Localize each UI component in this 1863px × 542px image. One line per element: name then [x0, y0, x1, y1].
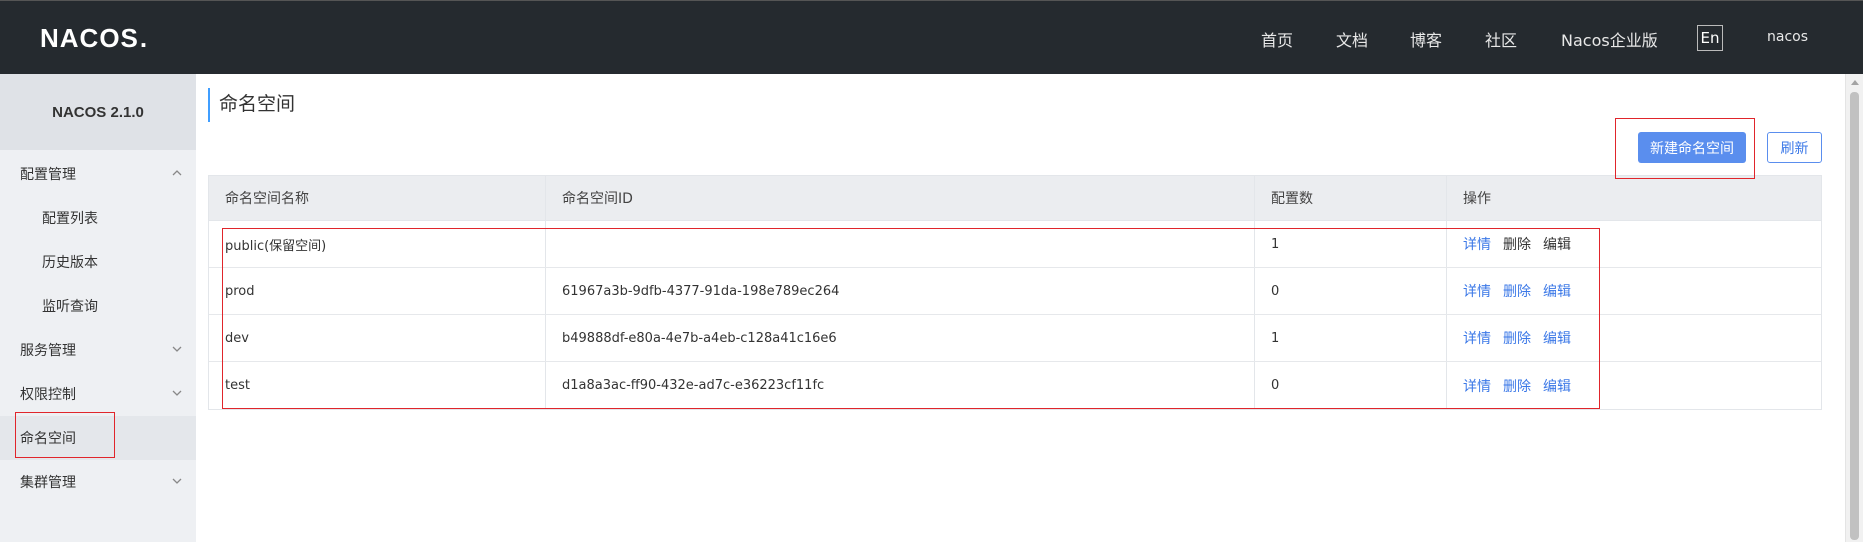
- delete-link[interactable]: 删除: [1503, 234, 1531, 254]
- table-row: dev b49888df-e80a-4e7b-a4eb-c128a41c16e6…: [209, 315, 1821, 362]
- chevron-down-icon: [172, 478, 182, 484]
- sidebar: NACOS 2.1.0 配置管理 配置列表 历史版本 监听查询 服务管理 权限控…: [0, 74, 196, 542]
- details-link[interactable]: 详情: [1463, 281, 1491, 301]
- delete-link[interactable]: 删除: [1503, 281, 1531, 301]
- namespace-id: d1a8a3ac-ff90-432e-ad7c-e36223cf11fc: [546, 362, 1255, 409]
- namespace-id: b49888df-e80a-4e7b-a4eb-c128a41c16e6: [546, 315, 1255, 361]
- sidebar-item-listener-query[interactable]: 监听查询: [0, 284, 196, 328]
- sidebar-item-access-control[interactable]: 权限控制: [0, 372, 196, 416]
- sidebar-item-cluster-management[interactable]: 集群管理: [0, 460, 196, 504]
- column-header-actions: 操作: [1463, 191, 1491, 207]
- sidebar-item-label: 配置管理: [20, 167, 76, 183]
- new-namespace-button[interactable]: 新建命名空间: [1638, 132, 1746, 163]
- delete-link[interactable]: 删除: [1503, 328, 1531, 348]
- namespace-name: prod: [209, 268, 546, 314]
- table-row: test d1a8a3ac-ff90-432e-ad7c-e36223cf11f…: [209, 362, 1821, 409]
- config-count: 1: [1255, 315, 1447, 361]
- edit-link[interactable]: 编辑: [1543, 234, 1571, 254]
- sidebar-item-label: 集群管理: [20, 475, 76, 491]
- version-label: NACOS 2.1.0: [0, 74, 196, 150]
- row-actions: 详情 删除 编辑: [1447, 268, 1821, 314]
- sidebar-item-config-management[interactable]: 配置管理: [0, 152, 196, 196]
- sidebar-item-label: 历史版本: [42, 255, 98, 271]
- edit-link[interactable]: 编辑: [1543, 328, 1571, 348]
- details-link[interactable]: 详情: [1463, 376, 1491, 396]
- details-link[interactable]: 详情: [1463, 234, 1491, 254]
- config-count: 1: [1255, 221, 1447, 267]
- nav-blog[interactable]: 博客: [1410, 27, 1442, 51]
- chevron-up-icon: [172, 170, 182, 176]
- namespace-name: public(保留空间): [209, 221, 546, 267]
- sidebar-item-label: 配置列表: [42, 211, 98, 227]
- row-actions: 详情 删除 编辑: [1447, 362, 1821, 409]
- page-title: 命名空间: [208, 88, 295, 122]
- sidebar-item-namespace[interactable]: 命名空间: [0, 416, 196, 460]
- details-link[interactable]: 详情: [1463, 328, 1491, 348]
- table-row: prod 61967a3b-9dfb-4377-91da-198e789ec26…: [209, 268, 1821, 315]
- edit-link[interactable]: 编辑: [1543, 281, 1571, 301]
- namespace-name: dev: [209, 315, 546, 361]
- nav-home[interactable]: 首页: [1261, 27, 1293, 51]
- table-header: 命名空间名称 命名空间ID 配置数 操作: [209, 176, 1821, 221]
- language-toggle-button[interactable]: En: [1697, 25, 1723, 51]
- sidebar-item-config-list[interactable]: 配置列表: [0, 196, 196, 240]
- sidebar-item-label: 监听查询: [42, 299, 98, 315]
- row-actions: 详情 删除 编辑: [1447, 315, 1821, 361]
- sidebar-item-service-management[interactable]: 服务管理: [0, 328, 196, 372]
- row-actions: 详情 删除 编辑: [1447, 221, 1821, 267]
- edit-link[interactable]: 编辑: [1543, 376, 1571, 396]
- user-menu[interactable]: nacos: [1767, 29, 1808, 45]
- namespace-table: 命名空间名称 命名空间ID 配置数 操作 public(保留空间) 1 详情 删…: [208, 175, 1822, 410]
- vertical-scrollbar[interactable]: [1845, 74, 1863, 542]
- namespace-id: [546, 221, 1255, 267]
- column-header-name: 命名空间名称: [209, 176, 546, 220]
- chevron-down-icon: [172, 390, 182, 396]
- sidebar-item-label: 服务管理: [20, 343, 76, 359]
- table-row: public(保留空间) 1 详情 删除 编辑: [209, 221, 1821, 268]
- scroll-thumb[interactable]: [1850, 92, 1859, 540]
- nav-community[interactable]: 社区: [1485, 27, 1517, 51]
- sidebar-item-label: 权限控制: [20, 387, 76, 403]
- chevron-down-icon: [172, 346, 182, 352]
- logo-text: NACOS: [40, 22, 139, 53]
- logo-dot: .: [139, 22, 149, 53]
- column-header-id: 命名空间ID: [546, 176, 1255, 220]
- scroll-up-arrow-icon[interactable]: [1851, 80, 1859, 85]
- namespace-name: test: [209, 362, 546, 409]
- column-header-config-count: 配置数: [1255, 176, 1447, 220]
- delete-link[interactable]: 删除: [1503, 376, 1531, 396]
- top-navbar: NACOS. 首页 文档 博客 社区 Nacos企业版 En nacos: [0, 0, 1863, 74]
- sidebar-item-label: 命名空间: [20, 431, 76, 447]
- config-count: 0: [1255, 268, 1447, 314]
- sidebar-item-history[interactable]: 历史版本: [0, 240, 196, 284]
- refresh-button[interactable]: 刷新: [1767, 132, 1822, 163]
- namespace-id: 61967a3b-9dfb-4377-91da-198e789ec264: [546, 268, 1255, 314]
- nacos-logo[interactable]: NACOS.: [40, 23, 148, 53]
- nav-enterprise[interactable]: Nacos企业版: [1561, 27, 1658, 51]
- nav-docs[interactable]: 文档: [1336, 27, 1368, 51]
- config-count: 0: [1255, 362, 1447, 409]
